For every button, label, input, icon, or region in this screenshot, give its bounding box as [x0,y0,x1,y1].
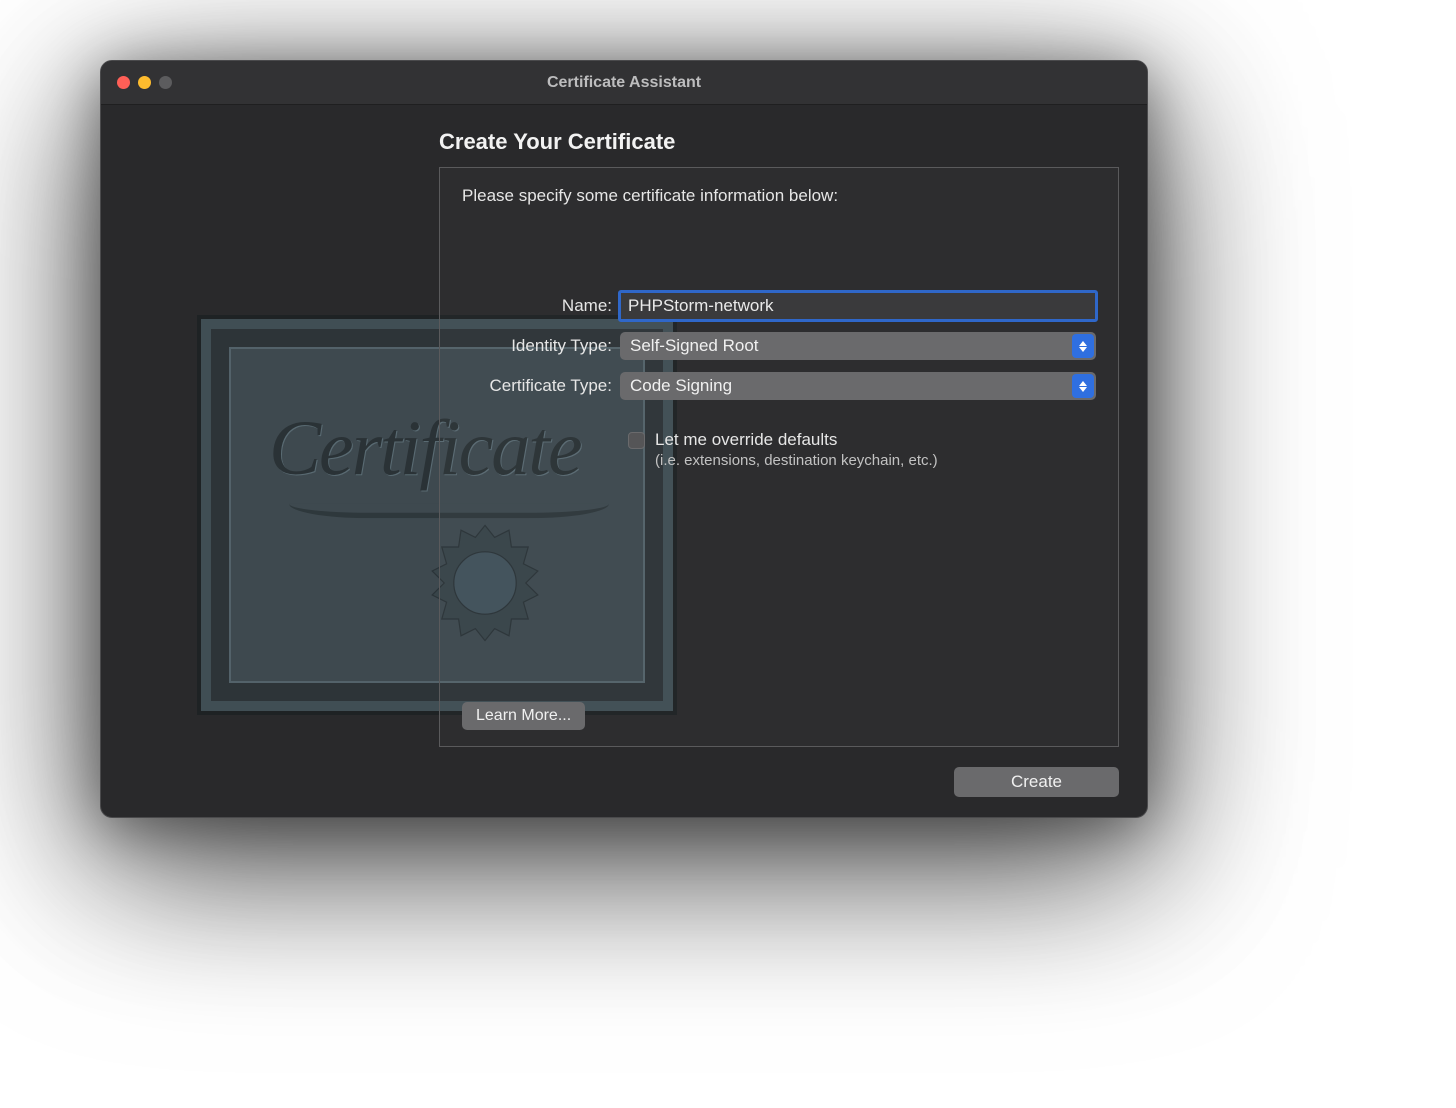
override-defaults-label: Let me override defaults [655,430,938,450]
page-heading: Create Your Certificate [439,129,1119,155]
select-stepper-icon [1072,374,1094,398]
identity-type-value: Self-Signed Root [630,336,759,356]
certificate-type-value: Code Signing [630,376,732,396]
zoom-button[interactable] [159,76,172,89]
content-area: Certificate Create Your C [101,105,1147,817]
name-label: Name: [462,296,620,316]
certificate-assistant-window: Certificate Assistant Certificate [100,60,1148,818]
certificate-type-row: Certificate Type: Code Signing [462,372,1096,400]
instruction-text: Please specify some certificate informat… [462,186,1096,206]
titlebar: Certificate Assistant [101,61,1147,105]
override-defaults-checkbox[interactable] [628,432,645,449]
identity-type-row: Identity Type: Self-Signed Root [462,332,1096,360]
create-button[interactable]: Create [954,767,1119,797]
form-panel: Please specify some certificate informat… [439,167,1119,747]
window-controls [101,76,172,89]
learn-more-button[interactable]: Learn More... [462,702,585,730]
identity-type-select[interactable]: Self-Signed Root [620,332,1096,360]
window-title: Certificate Assistant [101,74,1147,92]
name-row: Name: [462,292,1096,320]
name-input[interactable] [620,292,1096,320]
identity-type-label: Identity Type: [462,336,620,356]
certificate-type-select[interactable]: Code Signing [620,372,1096,400]
select-stepper-icon [1072,334,1094,358]
override-defaults-row: Let me override defaults (i.e. extension… [628,430,1096,469]
close-button[interactable] [117,76,130,89]
minimize-button[interactable] [138,76,151,89]
override-defaults-sublabel: (i.e. extensions, destination keychain, … [655,452,938,469]
certificate-type-label: Certificate Type: [462,376,620,396]
